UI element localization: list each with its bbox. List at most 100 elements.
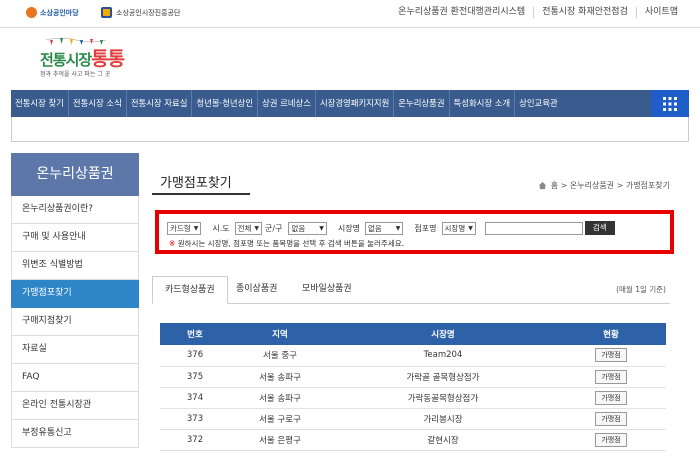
cell-market[interactable]: 가락동골목형상점가	[330, 387, 556, 409]
home-icon[interactable]	[538, 181, 547, 190]
sidebar-item-report[interactable]: 부정유통신고	[11, 420, 139, 448]
sub-nav-bar	[11, 117, 689, 142]
gugun-label: 군/구	[265, 223, 283, 233]
nav-item-renaissance[interactable]: 상권 르네상스	[258, 90, 316, 117]
cell-status: 가맹점	[556, 366, 666, 388]
market-label: 시장명	[337, 223, 360, 233]
status-button[interactable]: 가맹점	[595, 390, 627, 405]
cell-status: 가맹점	[556, 408, 666, 430]
semas-mark-icon	[101, 7, 112, 18]
nav-item-onnuri[interactable]: 온누리상품권	[394, 90, 450, 117]
sidebar-item-counterfeit[interactable]: 위변조 식별방법	[11, 252, 139, 280]
cell-region: 서울 송파구	[230, 387, 330, 409]
nav-item-market-search[interactable]: 전통시장 찾기	[11, 90, 69, 117]
nav-item-special-market[interactable]: 특성화시장 소개	[450, 90, 516, 117]
grid-menu-icon	[663, 96, 677, 111]
chevron-down-icon: ▼	[193, 224, 199, 232]
search-button[interactable]: 검색	[584, 221, 615, 235]
cell-status: 가맹점	[556, 429, 666, 451]
sidebar-title: 온누리상품권	[11, 153, 139, 196]
table-row: 373 서울 구로구 가리봉시장 가맹점	[160, 408, 666, 430]
sidebar-item-archive[interactable]: 자료실	[11, 336, 139, 364]
cell-region: 서울 중구	[230, 345, 330, 367]
sidebar-item-branch-search[interactable]: 구매지점찾기	[11, 308, 139, 336]
cell-market[interactable]: 가리봉시장	[330, 408, 556, 430]
cell-no: 376	[160, 345, 230, 367]
logo-semas[interactable]: 소상공인시장진흥공단	[101, 7, 180, 18]
breadcrumb: 홈 > 온누리상품권 > 가맹점포찾기	[538, 180, 670, 191]
chevron-down-icon: ▼	[254, 224, 260, 232]
nav-item-package[interactable]: 시장경영패키지지원	[316, 90, 395, 117]
store-label: 점포명	[414, 223, 437, 233]
cell-no: 372	[160, 429, 230, 451]
sido-label: 시.도	[212, 223, 230, 233]
date-note: (매월 1일 기준)	[616, 285, 666, 294]
table-row: 375 서울 송파구 가락골 골목형상점가 가맹점	[160, 366, 666, 388]
page: 소상공인마당 소상공인시장진흥공단 온누리상품권 환전대행관리시스템 전통시장 …	[0, 0, 700, 462]
cell-market[interactable]: 가락골 골목형상점가	[330, 366, 556, 388]
title-underline	[152, 193, 250, 195]
link-fire-safety[interactable]: 전통시장 화재안전점검	[533, 7, 636, 18]
sidebar-item-purchase-guide[interactable]: 구매 및 사용안내	[11, 224, 139, 252]
table-row: 372 서울 은평구 갈현시장 가맹점	[160, 429, 666, 451]
cell-no: 375	[160, 366, 230, 388]
status-button[interactable]: 가맹점	[595, 369, 627, 384]
all-menu-button[interactable]	[651, 90, 689, 117]
utility-links: 온누리상품권 환전대행관리시스템 전통시장 화재안전점검 사이트맵	[390, 7, 686, 18]
cell-status: 가맹점	[556, 387, 666, 409]
sidebar-item-about[interactable]: 온누리상품권이란?	[11, 196, 139, 224]
cell-region: 서울 은평구	[230, 429, 330, 451]
nav-item-education[interactable]: 상인교육관	[515, 90, 562, 117]
brand-tagline: 정과 추억을 사고 파는 그 곳	[40, 71, 111, 78]
page-title: 가맹점포찾기	[160, 176, 232, 191]
tab-card-voucher[interactable]: 카드형상품권	[152, 276, 228, 304]
search-row: 카드형 ▼ 시.도 전체 ▼ 군/구 없음 ▼ 시장명 없음 ▼ 점포명 시장명 ▼ 검색	[167, 221, 615, 235]
tab-mobile-voucher[interactable]: 모바일상품권	[290, 276, 364, 304]
main-nav: 전통시장 찾기 전통시장 소식 전통시장 자료실 청년몰·청년상인 상권 르네상…	[11, 90, 689, 117]
chevron-down-icon: ▼	[395, 224, 401, 232]
sidebar-item-online-market[interactable]: 온라인 전통시장관	[11, 392, 139, 420]
status-button[interactable]: 가맹점	[595, 411, 627, 426]
nav-item-archive[interactable]: 전통시장 자료실	[127, 90, 193, 117]
logo-mark-icon	[26, 7, 37, 18]
voucher-tabs: 카드형상품권 종이상품권 모바일상품권 (매월 1일 기준)	[152, 276, 670, 304]
status-button[interactable]: 가맹점	[595, 432, 627, 447]
cell-market[interactable]: Team204	[330, 345, 556, 367]
cell-market[interactable]: 갈현시장	[330, 429, 556, 451]
brand-name: 전통시장통통	[40, 48, 125, 70]
table-header-row: 번호 지역 시장명 현황	[160, 323, 666, 345]
gugun-select[interactable]: 없음 ▼	[288, 221, 327, 235]
utility-bar: 소상공인마당 소상공인시장진흥공단 온누리상품권 환전대행관리시스템 전통시장 …	[0, 0, 700, 28]
search-note: ※ 원하시는 시장명, 점포명 또는 품목명을 선택 후 검색 버튼을 눌러주세…	[169, 239, 405, 248]
store-table: 번호 지역 시장명 현황 376 서울 중구 Team204 가맹점 375 서…	[160, 323, 666, 451]
col-header-market: 시장명	[330, 323, 556, 345]
cell-region: 서울 송파구	[230, 366, 330, 388]
market-select[interactable]: 없음 ▼	[364, 221, 404, 235]
col-header-no: 번호	[160, 323, 230, 345]
link-exchange-system[interactable]: 온누리상품권 환전대행관리시스템	[390, 7, 533, 18]
sidebar: 온누리상품권 온누리상품권이란? 구매 및 사용안내 위변조 식별방법 가맹점포…	[11, 153, 139, 448]
col-header-region: 지역	[230, 323, 330, 345]
sidebar-menu: 온누리상품권이란? 구매 및 사용안내 위변조 식별방법 가맹점포찾기 구매지점…	[11, 196, 139, 448]
logo-sosang-madang[interactable]: 소상공인마당	[26, 7, 79, 18]
tab-paper-voucher[interactable]: 종이상품권	[224, 276, 289, 304]
search-panel: 카드형 ▼ 시.도 전체 ▼ 군/구 없음 ▼ 시장명 없음 ▼ 점포명 시장명 ▼ 검색…	[155, 210, 674, 254]
search-input[interactable]	[484, 221, 583, 235]
table-row: 376 서울 중구 Team204 가맹점	[160, 345, 666, 367]
link-sitemap[interactable]: 사이트맵	[635, 7, 686, 18]
voucher-type-select[interactable]: 카드형 ▼	[167, 221, 202, 235]
cell-no: 374	[160, 387, 230, 409]
sido-select[interactable]: 전체 ▼	[234, 221, 263, 235]
sidebar-item-faq[interactable]: FAQ	[11, 364, 139, 392]
cell-status: 가맹점	[556, 345, 666, 367]
chevron-down-icon: ▼	[319, 224, 324, 232]
cell-region: 서울 구로구	[230, 408, 330, 430]
col-header-status: 현황	[556, 323, 666, 345]
sidebar-item-store-search[interactable]: 가맹점포찾기	[11, 280, 139, 308]
cell-no: 373	[160, 408, 230, 430]
nav-item-youth-mall[interactable]: 청년몰·청년상인	[192, 90, 259, 117]
store-type-select[interactable]: 시장명 ▼	[441, 221, 476, 235]
nav-item-market-news[interactable]: 전통시장 소식	[69, 90, 127, 117]
site-logo[interactable]: 전통시장통통 정과 추억을 사고 파는 그 곳	[38, 36, 138, 80]
status-button[interactable]: 가맹점	[595, 348, 627, 363]
